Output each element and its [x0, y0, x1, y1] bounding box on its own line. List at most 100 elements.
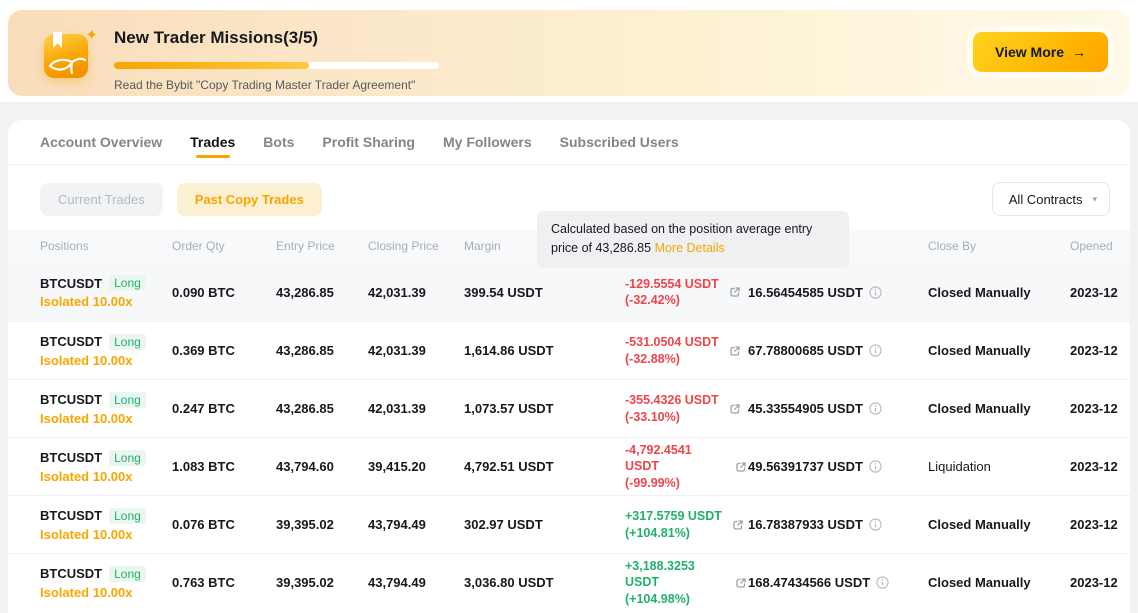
tab-trades[interactable]: Trades: [190, 120, 235, 164]
view-more-button[interactable]: View More →: [973, 32, 1108, 72]
margin-cell: 4,792.51 USDT: [464, 459, 625, 474]
info-icon[interactable]: [869, 402, 882, 415]
funds-value: 16.78387933 USDT: [748, 517, 863, 532]
contracts-dropdown[interactable]: All Contracts ▾: [992, 182, 1110, 216]
closed-pnl-cell: -4,792.4541 USDT(-99.99%): [625, 442, 748, 491]
closed-pnl-cell: +317.5759 USDT(+104.81%): [625, 508, 748, 541]
entry-price-cell: 43,286.85: [276, 285, 368, 300]
table-row[interactable]: BTCUSDTLongIsolated 10.00x0.076 BTC39,39…: [8, 495, 1130, 553]
funds-cell: 168.47434566 USDT: [748, 575, 928, 590]
info-icon[interactable]: [869, 460, 882, 473]
table-row[interactable]: BTCUSDTLongIsolated 10.00x1.083 BTC43,79…: [8, 437, 1130, 495]
margin-cell: 302.97 USDT: [464, 517, 625, 532]
margin-mode-label: Isolated 10.00x: [40, 469, 172, 484]
pnl-value: -4,792.4541 USDT(-99.99%): [625, 442, 725, 491]
side-badge: Long: [109, 450, 146, 466]
pnl-value: +317.5759 USDT(+104.81%): [625, 508, 722, 541]
past-trades-table: PositionsOrder QtyEntry PriceClosing Pri…: [8, 229, 1130, 611]
entry-price-cell: 39,395.02: [276, 517, 368, 532]
margin-mode-label: Isolated 10.00x: [40, 294, 172, 309]
close-by-cell: Closed Manually: [928, 401, 1070, 416]
banner-subtitle: Read the Bybit "Copy Trading Master Trad…: [114, 78, 415, 92]
pnl-value: +3,188.3253 USDT(+104.98%): [625, 558, 725, 607]
closing-price-cell: 42,031.39: [368, 343, 464, 358]
opened-cell: 2023-12: [1070, 517, 1128, 532]
funds-value: 45.33554905 USDT: [748, 401, 863, 416]
column-header: Entry Price: [276, 239, 368, 253]
side-badge: Long: [109, 334, 146, 350]
opened-cell: 2023-12: [1070, 401, 1128, 416]
funds-value: 168.47434566 USDT: [748, 575, 870, 590]
side-badge: Long: [109, 392, 146, 408]
share-external-link-icon[interactable]: [731, 518, 745, 532]
column-header: Close By: [928, 239, 1070, 253]
closed-pnl-cell: -355.4326 USDT(-33.10%): [625, 392, 748, 425]
info-icon[interactable]: [869, 286, 882, 299]
info-icon[interactable]: [869, 344, 882, 357]
opened-cell: 2023-12: [1070, 343, 1128, 358]
missions-progress-fill: [114, 62, 309, 69]
table-row[interactable]: BTCUSDTLongIsolated 10.00x0.247 BTC43,28…: [8, 379, 1130, 437]
funds-value: 16.56454585 USDT: [748, 285, 863, 300]
symbol-label: BTCUSDT: [40, 566, 102, 581]
share-external-link-icon[interactable]: [734, 460, 748, 474]
column-header: Order Qty: [172, 239, 276, 253]
closing-price-cell: 42,031.39: [368, 401, 464, 416]
past-copy-trades-button[interactable]: Past Copy Trades: [177, 183, 322, 216]
tab-profit-sharing[interactable]: Profit Sharing: [322, 120, 415, 164]
info-icon[interactable]: [869, 518, 882, 531]
column-header: Closing Price: [368, 239, 464, 253]
missions-book-icon: ✦: [44, 30, 94, 80]
tab-bots[interactable]: Bots: [263, 120, 294, 164]
tooltip-more-details-link[interactable]: More Details: [655, 241, 725, 255]
entry-price-cell: 43,286.85: [276, 401, 368, 416]
closed-pnl-cell: -531.0504 USDT(-32.88%): [625, 334, 748, 367]
trades-card: Account Overview Trades Bots Profit Sharing…: [8, 120, 1130, 613]
funds-cell: 67.78800685 USDT: [748, 343, 928, 358]
tab-account-overview[interactable]: Account Overview: [40, 120, 162, 164]
info-icon[interactable]: [876, 576, 889, 589]
table-row[interactable]: BTCUSDTLongIsolated 10.00x0.763 BTC39,39…: [8, 553, 1130, 611]
current-trades-button[interactable]: Current Trades: [40, 183, 163, 216]
share-external-link-icon[interactable]: [728, 402, 742, 416]
symbol-label: BTCUSDT: [40, 276, 102, 291]
share-external-link-icon[interactable]: [728, 344, 742, 358]
funds-cell: 16.78387933 USDT: [748, 517, 928, 532]
order-qty-cell: 0.763 BTC: [172, 575, 276, 590]
pnl-tooltip: Calculated based on the position average…: [537, 211, 849, 268]
pnl-value: -355.4326 USDT(-33.10%): [625, 392, 719, 425]
funds-cell: 16.56454585 USDT: [748, 285, 928, 300]
positions-cell: BTCUSDTLongIsolated 10.00x: [40, 508, 172, 542]
tab-subscribed-users[interactable]: Subscribed Users: [560, 120, 679, 164]
funds-value: 49.56391737 USDT: [748, 459, 863, 474]
close-by-cell: Closed Manually: [928, 343, 1070, 358]
closed-pnl-cell: -129.5554 USDT(-32.42%): [625, 276, 748, 309]
margin-mode-label: Isolated 10.00x: [40, 411, 172, 426]
share-external-link-icon[interactable]: [728, 285, 742, 299]
chevron-down-icon: ▾: [1092, 194, 1097, 205]
order-qty-cell: 1.083 BTC: [172, 459, 276, 474]
margin-cell: 1,073.57 USDT: [464, 401, 625, 416]
pnl-value: -531.0504 USDT(-32.88%): [625, 334, 719, 367]
positions-cell: BTCUSDTLongIsolated 10.00x: [40, 566, 172, 600]
contracts-dropdown-value: All Contracts: [1009, 192, 1083, 207]
table-row[interactable]: BTCUSDTLongIsolated 10.00x0.369 BTC43,28…: [8, 321, 1130, 379]
symbol-label: BTCUSDT: [40, 392, 102, 407]
table-row[interactable]: BTCUSDT Long Isolated 10.00x0.090 BTC43,28…: [8, 263, 1130, 321]
order-qty-cell: 0.369 BTC: [172, 343, 276, 358]
column-header: Opened: [1070, 239, 1130, 253]
share-external-link-icon[interactable]: [734, 576, 748, 590]
arrow-right-icon: →: [1072, 44, 1086, 60]
close-by-cell: Closed Manually: [928, 575, 1070, 590]
tab-my-followers[interactable]: My Followers: [443, 120, 532, 164]
filter-row: Current Trades Past Copy Trades All Cont…: [8, 165, 1130, 216]
order-qty-cell: 0.090 BTC: [172, 285, 276, 300]
missions-banner: ✦ New Trader Missions(3/5) Read the Bybi…: [8, 10, 1130, 96]
funds-value: 67.78800685 USDT: [748, 343, 863, 358]
margin-mode-label: Isolated 10.00x: [40, 527, 172, 542]
closing-price-cell: 43,794.49: [368, 575, 464, 590]
margin-mode-label: Isolated 10.00x: [40, 585, 172, 600]
banner-title: New Trader Missions(3/5): [114, 28, 318, 48]
close-by-cell: Closed Manually: [928, 285, 1070, 300]
side-badge: Long: [109, 275, 146, 291]
